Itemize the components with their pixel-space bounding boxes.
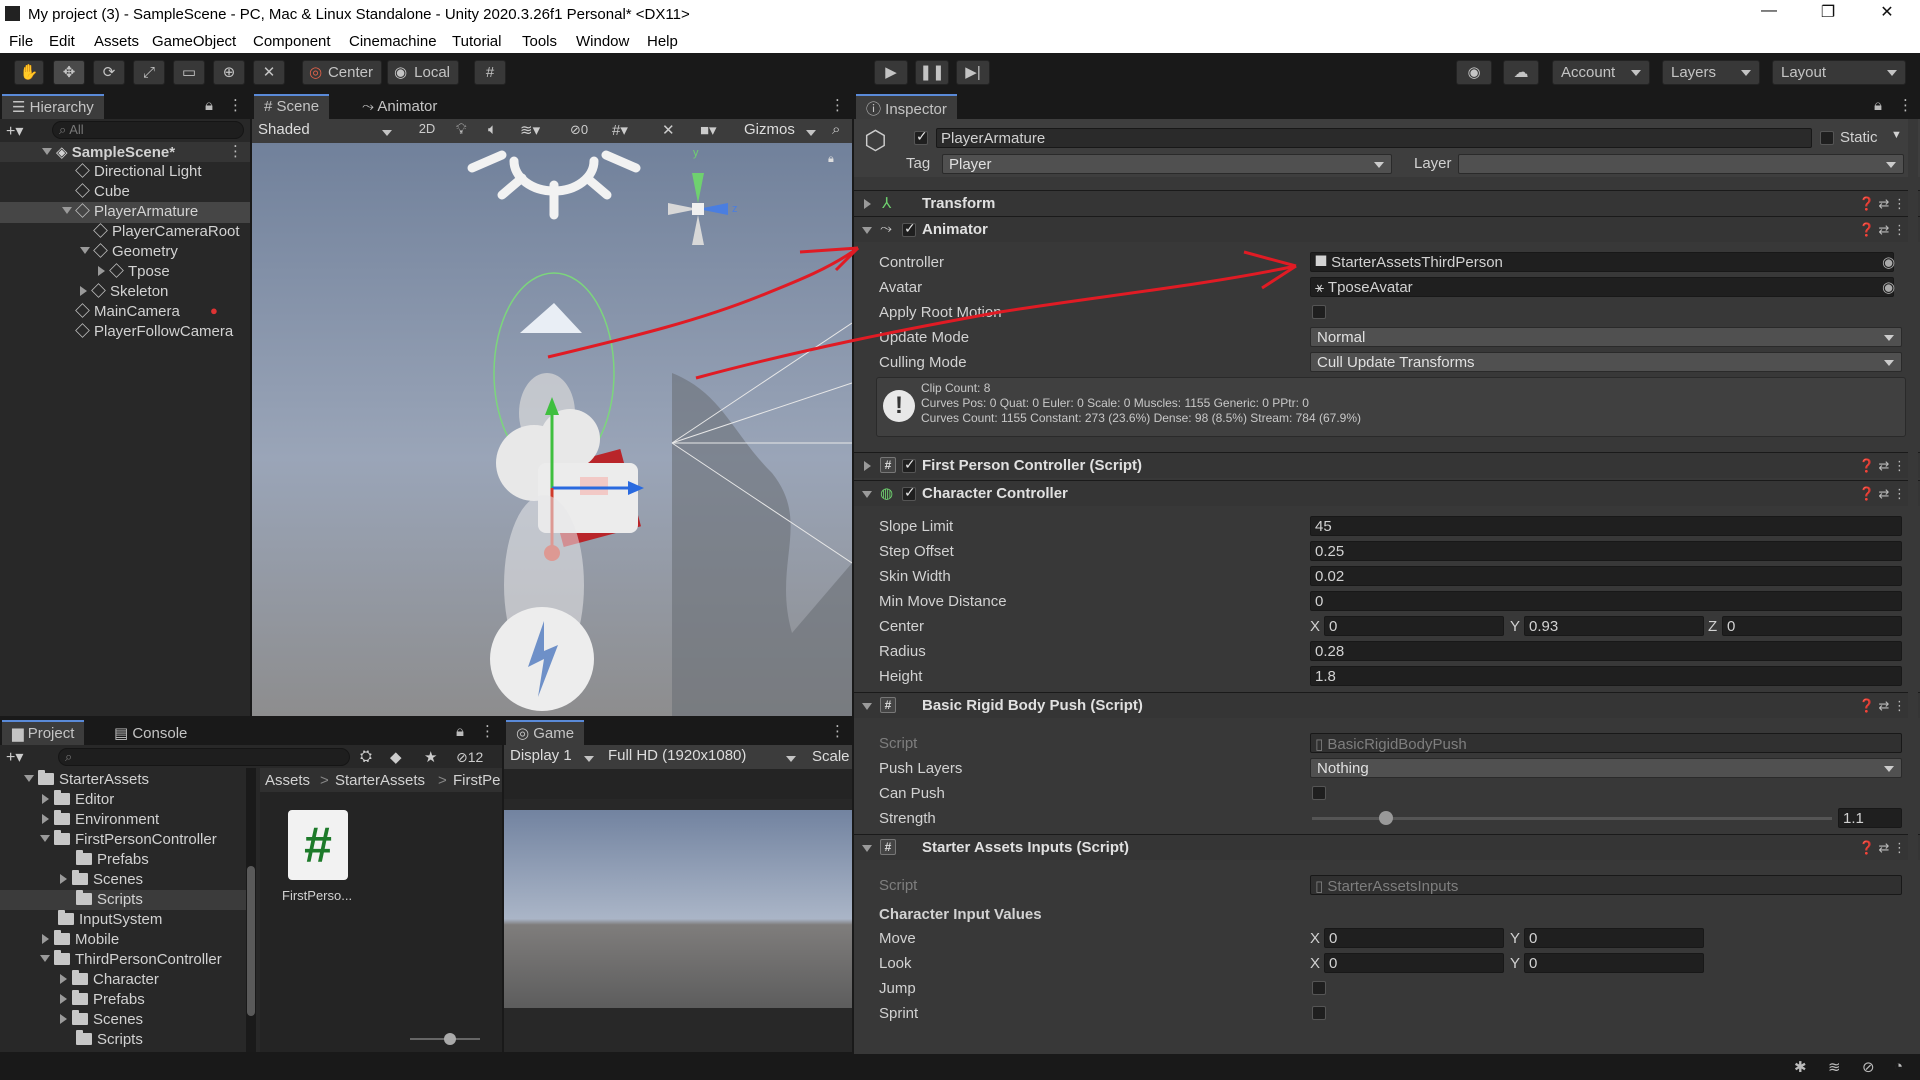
bug-icon[interactable]: ✱ <box>1794 1058 1807 1076</box>
cache-icon[interactable]: ≋ <box>1828 1058 1841 1076</box>
annotation-arrows <box>547 246 1297 380</box>
annotation-arrow-icon <box>547 246 859 359</box>
progress-icon[interactable]: ◔ <box>1894 1058 1903 1075</box>
network-icon[interactable]: ⊘ <box>1862 1058 1875 1076</box>
status-bar: ✱ ≋ ⊘ ◔ <box>0 1054 1920 1080</box>
annotation-arrow-icon <box>695 264 1297 380</box>
